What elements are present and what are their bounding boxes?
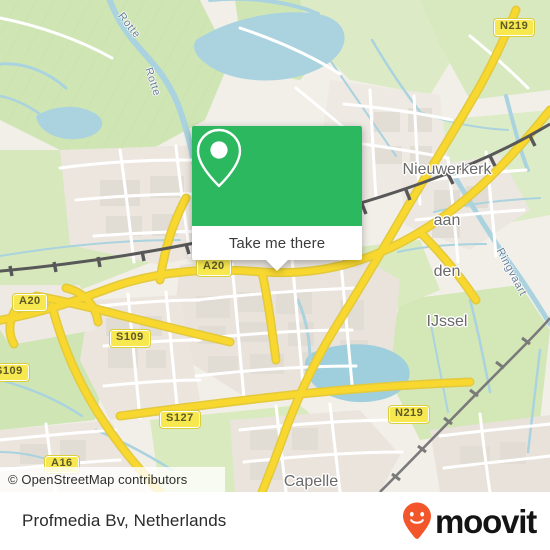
- location-popup[interactable]: Take me there: [192, 126, 362, 271]
- moovit-brand[interactable]: moovit: [401, 492, 537, 550]
- attribution-text: © OpenStreetMap contributors: [8, 472, 188, 487]
- footer-bar: Profmedia Bv, Netherlands moovit: [0, 492, 550, 550]
- moovit-map-screenshot: Nieuwerkerk aan den IJssel Capelle aan d…: [0, 0, 550, 550]
- take-me-there-button[interactable]: Take me there: [192, 226, 362, 260]
- popup-header: [192, 126, 362, 226]
- map-canvas[interactable]: Nieuwerkerk aan den IJssel Capelle aan d…: [0, 0, 550, 492]
- moovit-wordmark: moovit: [435, 502, 537, 540]
- popup-pointer: [266, 260, 288, 271]
- location-title: Profmedia Bv, Netherlands: [22, 511, 227, 530]
- take-me-there-label: Take me there: [228, 234, 326, 252]
- map-pin-icon: [196, 128, 242, 188]
- map-attribution[interactable]: © OpenStreetMap contributors: [0, 467, 225, 492]
- moovit-smiley-pin-icon: [403, 502, 432, 539]
